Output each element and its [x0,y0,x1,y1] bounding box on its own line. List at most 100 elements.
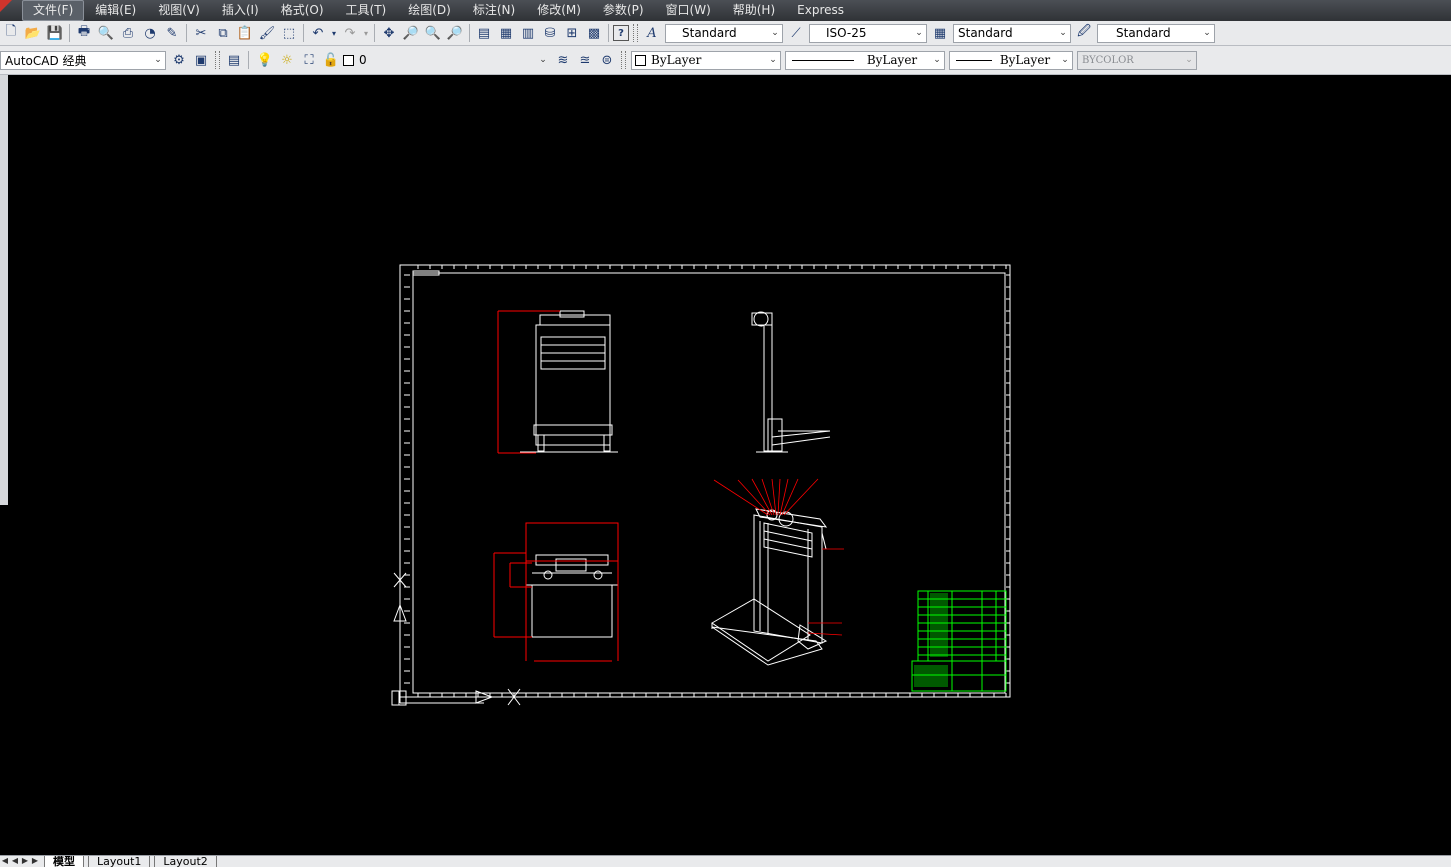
menu-draw[interactable]: 绘图(D) [397,1,462,20]
chevron-down-icon[interactable]: ⌄ [1200,25,1214,42]
chevron-down-icon[interactable]: ⌄ [930,52,944,69]
toolbar-grip[interactable] [621,51,626,69]
linetype-select[interactable]: ByLayer ⌄ [785,50,945,70]
last-tab-icon[interactable]: ▶ [30,856,40,866]
drawing-area[interactable] [8,75,1451,853]
plot-style-select[interactable]: BYCOLOR ⌄ [1077,50,1197,70]
chevron-down-icon[interactable]: ⌄ [768,25,782,42]
copy-icon[interactable]: ⧉ [213,23,233,43]
linetype-sample [792,59,854,61]
menu-edit[interactable]: 编辑(E) [84,1,147,20]
make-object-layer-current-icon[interactable]: ≋ [553,50,573,70]
toolbar-separator [469,24,470,42]
menu-help[interactable]: 帮助(H) [722,1,786,20]
toolbar-grip[interactable] [215,51,220,69]
chevron-down-icon[interactable]: ⌄ [1058,52,1072,69]
standard-toolbar: 🗋 📂 💾 🖶 🔍 ⎙ ◔ ✎ ✂ ⧉ 📋 🖌 ⬚ ↶ ▾ ↷ ▾ ✥ 🔎 🔍 … [0,21,1451,46]
zoom-previous-icon[interactable]: 🔎 [445,23,465,43]
chevron-down-icon[interactable]: ⌄ [912,25,926,42]
table-style-select[interactable]: Standard ⌄ [953,23,1071,43]
layer-previous-icon[interactable]: ≊ [575,50,595,70]
layer-freeze-icon[interactable]: ☼ [277,50,297,70]
chevron-down-icon[interactable]: ⌄ [1056,25,1070,42]
toolbar-separator [608,24,609,42]
layer-lock-icon[interactable]: 🔓 [321,50,341,70]
match-properties-icon[interactable]: 🖌 [257,23,277,43]
previous-tab-icon[interactable]: ◀ [10,856,20,866]
menu-view[interactable]: 视图(V) [147,1,211,20]
menu-window[interactable]: 窗口(W) [655,1,722,20]
menu-express[interactable]: Express [786,1,855,20]
menu-modify[interactable]: 修改(M) [526,1,592,20]
markup-icon[interactable]: ⊞ [562,23,582,43]
save-icon[interactable]: 💾 [45,23,65,43]
menu-file[interactable]: 文件(F) [22,0,85,21]
calculator-icon[interactable]: ▩ [584,23,604,43]
layer-properties-icon[interactable]: ▤ [224,50,244,70]
help-icon[interactable]: ? [613,25,629,41]
first-tab-icon[interactable]: ◀ [0,856,10,866]
sheet-set-icon[interactable]: ✎ [162,23,182,43]
new-icon[interactable]: 🗋 [1,23,21,43]
layer-states-icon[interactable]: ⊜ [597,50,617,70]
properties-icon[interactable]: ▤ [474,23,494,43]
next-tab-icon[interactable]: ▶ [20,856,30,866]
table-style-value: Standard [958,26,1013,40]
workspace-settings-icon[interactable]: ⚙ [169,50,189,70]
publish-icon[interactable]: ⎙ [118,23,138,43]
text-style-value: Standard [682,26,737,40]
color-select[interactable]: ByLayer ⌄ [631,50,781,70]
sheet-set-manager-icon[interactable]: ⛁ [540,23,560,43]
chevron-down-icon[interactable]: ⌄ [766,52,780,69]
paste-icon[interactable]: 📋 [235,23,255,43]
tab-model[interactable]: 模型 [44,856,84,867]
workspace-layers-properties-toolbar: AutoCAD 经典 ⌄ ⚙ ▣ ▤ 💡 ☼ ⛶ 🔓 0 ⌄ ≋ ≊ ⊜ ByL… [0,46,1451,75]
dim-style-select[interactable]: ISO-25 ⌄ [809,23,927,43]
lineweight-select[interactable]: ByLayer ⌄ [949,50,1073,70]
menu-format[interactable]: 格式(O) [270,1,335,20]
lineweight-sample [956,59,992,61]
plot-preview-icon[interactable]: 🔍 [96,23,116,43]
menu-insert[interactable]: 插入(I) [211,1,270,20]
dim-style-icon[interactable]: ⟋ [786,23,806,43]
layer-viewport-freeze-icon[interactable]: ⛶ [299,50,319,70]
layer-on-icon[interactable]: 💡 [255,50,275,70]
plot-icon[interactable]: 🖶 [74,23,94,43]
undo-icon[interactable]: ↶ [308,23,328,43]
block-editor-icon[interactable]: ⬚ [279,23,299,43]
cut-icon[interactable]: ✂ [191,23,211,43]
toolbar-grip[interactable] [633,24,638,42]
chevron-down-icon[interactable]: ⌄ [1182,52,1196,69]
table-style-icon[interactable]: ▦ [930,23,950,43]
menu-dimension[interactable]: 标注(N) [462,1,526,20]
open-icon[interactable]: 📂 [23,23,43,43]
layer-select[interactable]: 💡 ☼ ⛶ 🔓 0 ⌄ [254,51,550,70]
tool-palettes-icon[interactable]: ▥ [518,23,538,43]
current-layer-value: 0 [359,53,367,67]
linetype-value: ByLayer [866,53,918,67]
chevron-down-icon[interactable]: ⌄ [536,52,550,69]
workspace-select[interactable]: AutoCAD 经典 ⌄ [0,50,166,70]
zoom-realtime-icon[interactable]: 🔎 [401,23,421,43]
menu-parametric[interactable]: 参数(P) [592,1,655,20]
model-space-background [8,75,1451,853]
redo-dropdown-icon[interactable]: ▾ [362,23,370,43]
3d-dwf-icon[interactable]: ◔ [140,23,160,43]
undo-dropdown-icon[interactable]: ▾ [330,23,338,43]
multileader-style-select[interactable]: Standard ⌄ [1097,23,1215,43]
tab-layout2[interactable]: Layout2 [154,856,217,867]
menu-tools[interactable]: 工具(T) [335,1,398,20]
tab-layout1[interactable]: Layout1 [88,856,151,867]
application-menu-icon[interactable] [0,0,22,21]
layout-tabs: ◀ ◀ ▶ ▶ 模型 Layout1 Layout2 [0,855,1451,867]
clean-screen-icon[interactable]: ▣ [191,50,211,70]
redo-icon[interactable]: ↷ [340,23,360,43]
color-swatch [635,54,646,66]
text-style-icon[interactable]: A [642,23,662,43]
zoom-window-icon[interactable]: 🔍 [423,23,443,43]
pan-icon[interactable]: ✥ [379,23,399,43]
design-center-icon[interactable]: ▦ [496,23,516,43]
chevron-down-icon[interactable]: ⌄ [151,52,165,69]
text-style-select[interactable]: Standard ⌄ [665,23,783,43]
multileader-style-icon[interactable]: 🖉 [1074,23,1094,43]
